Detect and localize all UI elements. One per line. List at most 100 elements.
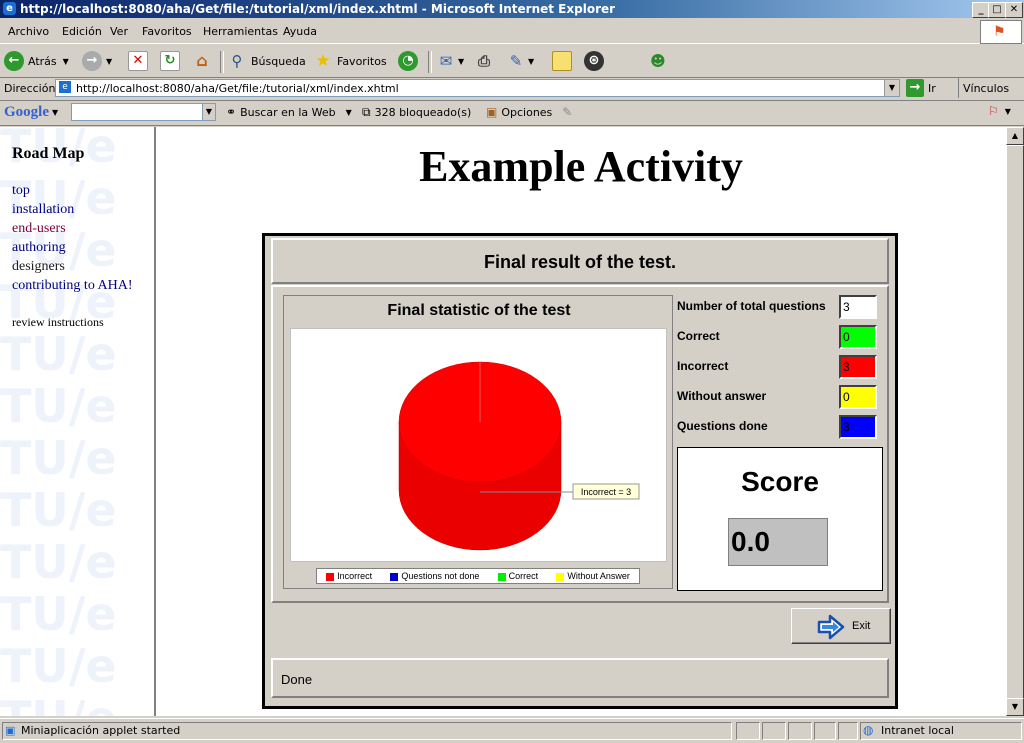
toolbar-separator <box>428 51 432 73</box>
pencil-icon[interactable]: ✎ <box>562 105 572 119</box>
status-text: Miniaplicación applet started <box>21 724 181 737</box>
history-button[interactable]: ◔ <box>398 49 418 73</box>
scroll-up-icon[interactable]: ▲ <box>1006 127 1024 145</box>
review-instructions-link[interactable]: review instructions <box>12 315 104 330</box>
favorites-button[interactable]: ★ Favoritos <box>313 49 387 73</box>
pie-chart: Incorrect = 3 <box>398 361 640 551</box>
back-label: Atrás <box>28 54 57 68</box>
stat-label-questions-done: Questions done <box>677 419 768 433</box>
google-search-input[interactable] <box>71 103 216 121</box>
address-label: Dirección <box>4 82 56 95</box>
legend-label: Without Answer <box>567 571 630 581</box>
translate-icon: ⚐ <box>988 104 999 118</box>
maximize-button[interactable]: □ <box>988 2 1006 18</box>
status-bar: ▣ Miniaplicación applet started ◍ Intran… <box>0 718 1024 743</box>
status-cell <box>814 722 836 740</box>
test-result-applet: Final result of the test. Final statisti… <box>262 233 898 709</box>
address-input[interactable]: e http://localhost:8080/aha/Get/file:/tu… <box>55 79 900 97</box>
printer-icon: ⎙ <box>477 52 490 70</box>
research-button[interactable]: ⊛ <box>584 49 604 73</box>
legend-label: Correct <box>508 571 539 581</box>
annotation-label: Incorrect = 3 <box>581 487 631 497</box>
refresh-button[interactable]: ↻ <box>160 49 180 73</box>
page-icon: e <box>59 81 71 93</box>
search-web-button[interactable]: ⚭ Buscar en la Web ▼ <box>226 105 352 119</box>
chart-panel: Final statistic of the test Incorrect = … <box>283 295 673 589</box>
watermark: TU/e <box>0 431 117 485</box>
roadmap-title: Road Map <box>12 145 85 162</box>
print-button[interactable]: ⎙ <box>474 49 494 73</box>
menu-archivo[interactable]: Archivo <box>8 25 49 38</box>
chart-legend: Incorrect Questions not done Correct Withou… <box>316 568 640 584</box>
home-button[interactable]: ⌂ <box>192 49 212 73</box>
chevron-down-icon: ▼ <box>345 107 352 117</box>
legend-swatch <box>326 572 335 581</box>
legend-swatch <box>556 572 565 581</box>
watermark: TU/e <box>0 691 117 716</box>
stop-button[interactable]: ✕ <box>128 49 148 73</box>
menu-favoritos[interactable]: Favoritos <box>142 25 192 38</box>
legend-swatch <box>390 572 399 581</box>
windows-logo: ⚑ <box>980 20 1022 44</box>
back-button[interactable]: ← Atrás ▼ <box>4 49 69 73</box>
translate-button[interactable]: ⚐ ▼ <box>988 104 1011 118</box>
exit-arrow-icon <box>817 614 845 640</box>
forward-button[interactable]: → ▼ <box>82 49 112 73</box>
chevron-down-icon: ▼ <box>528 56 535 66</box>
close-button[interactable]: ✕ <box>1005 2 1023 18</box>
nav-link-authoring[interactable]: authoring <box>12 240 66 256</box>
nav-link-top[interactable]: top <box>12 183 30 199</box>
chevron-down-icon: ▼ <box>458 56 465 66</box>
google-logo[interactable]: Google ▼ <box>4 104 58 121</box>
legend-item: Without Answer <box>556 571 630 581</box>
watermark: TU/e <box>0 535 117 589</box>
legend-item: Correct <box>497 571 539 581</box>
nav-link-contributing[interactable]: contributing to AHA! <box>12 278 133 294</box>
window-icon: ⧉ <box>362 105 371 119</box>
menu-herramientas[interactable]: Herramientas <box>203 25 278 38</box>
search-web-label: Buscar en la Web <box>240 105 336 119</box>
blocked-count: 328 bloqueado(s) <box>374 106 472 119</box>
history-icon: ◔ <box>398 51 418 71</box>
menu-ayuda[interactable]: Ayuda <box>283 25 317 38</box>
scroll-down-icon[interactable]: ▼ <box>1006 698 1024 716</box>
chevron-down-icon[interactable]: ▼ <box>202 103 216 121</box>
intranet-icon: ◍ <box>863 723 874 737</box>
options-icon: ▣ <box>486 105 498 119</box>
research-icon: ⊛ <box>584 51 604 71</box>
popup-blocker-button[interactable]: ⧉ 328 bloqueado(s) <box>362 105 471 120</box>
score-label: Score <box>741 466 819 497</box>
scroll-thumb[interactable] <box>1006 145 1024 700</box>
watermark: TU/e <box>0 483 117 537</box>
nav-link-installation[interactable]: installation <box>12 202 74 218</box>
exit-button[interactable]: Exit <box>791 608 891 644</box>
go-arrow-icon: → <box>906 79 924 97</box>
vertical-scrollbar[interactable]: ▲ ▼ <box>1006 127 1024 716</box>
discuss-button[interactable] <box>552 49 572 73</box>
mail-button[interactable]: ✉ ▼ <box>436 49 464 73</box>
nav-link-end-users[interactable]: end-users <box>12 221 66 237</box>
messenger-icon: ☻ <box>650 52 666 70</box>
links-label[interactable]: Vínculos <box>963 82 1009 95</box>
google-logo-text: Google <box>4 104 49 120</box>
stat-label-incorrect: Incorrect <box>677 359 729 373</box>
chevron-down-icon: ▼ <box>52 108 59 117</box>
options-button[interactable]: ▣ Opciones ✎ <box>486 105 572 119</box>
options-label: Opciones <box>501 105 553 119</box>
forward-arrow-icon: → <box>82 51 102 71</box>
stat-label-without-answer: Without answer <box>677 389 767 403</box>
edit-button[interactable]: ✎ ▼ <box>506 49 534 73</box>
favorites-label: Favoritos <box>337 54 387 68</box>
menu-ver[interactable]: Ver <box>110 25 128 38</box>
refresh-icon: ↻ <box>160 51 180 71</box>
nav-link-designers[interactable]: designers <box>12 259 65 275</box>
chevron-down-icon[interactable]: ▼ <box>884 80 899 96</box>
status-text-cell: ▣ Miniaplicación applet started <box>2 722 732 740</box>
go-button[interactable]: → Ir <box>906 79 936 97</box>
search-button[interactable]: ⚲ Búsqueda <box>227 49 306 73</box>
stat-value-incorrect: 3 <box>839 355 877 379</box>
menu-edicion[interactable]: Edición <box>62 25 102 38</box>
legend-item: Incorrect <box>326 571 372 581</box>
messenger-button[interactable]: ☻ <box>648 49 668 73</box>
watermark: TU/e <box>0 639 117 693</box>
